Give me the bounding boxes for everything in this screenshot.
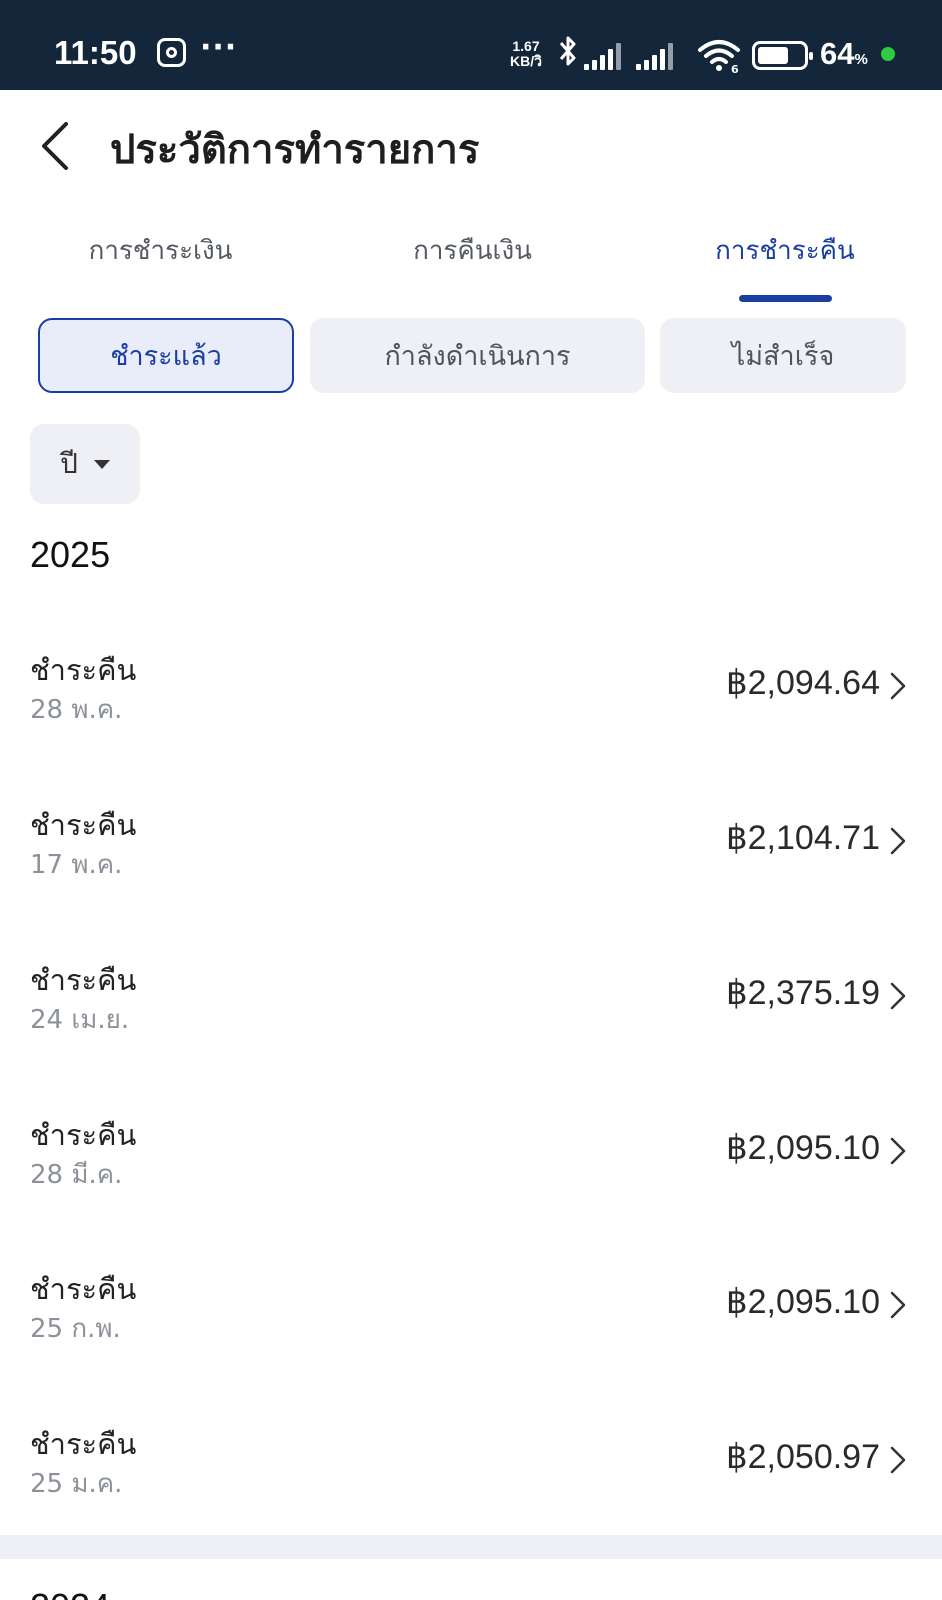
status-time: 11:50 (54, 34, 137, 71)
transaction-row[interactable]: ชำระคืน 25 ก.พ. ฿2,095.10 (0, 1266, 942, 1396)
transaction-type: ชำระคืน (30, 808, 137, 842)
tab-refunds[interactable]: การคืนเงิน (400, 230, 545, 271)
privacy-indicator-dot (881, 47, 895, 61)
transaction-row[interactable]: ชำระคืน 25 ม.ค. ฿2,050.97 (0, 1421, 942, 1551)
transaction-amount: ฿2,095.10 (726, 1129, 880, 1167)
transaction-row[interactable]: ชำระคืน 28 มี.ค. ฿2,095.10 (0, 1112, 942, 1242)
chevron-right-icon (890, 1446, 906, 1474)
transaction-amount: ฿2,050.97 (726, 1438, 880, 1476)
signal-icon (584, 40, 628, 70)
tab-bar: การชำระเงิน การคืนเงิน การชำระคืน (0, 218, 942, 308)
year-heading: 2025 (30, 534, 111, 575)
transaction-amount: ฿2,094.64 (726, 664, 880, 702)
transaction-date: 24 เม.ย. (30, 1005, 130, 1035)
transaction-amount: ฿2,104.71 (726, 819, 880, 857)
network-speed-unit: KB/วิ (510, 53, 542, 69)
battery-percent-value: 64 (820, 36, 855, 71)
battery-icon (752, 41, 813, 70)
filter-failed[interactable]: ไม่สำเร็จ (660, 318, 906, 393)
active-tab-indicator (739, 295, 832, 302)
chevron-right-icon (890, 1291, 906, 1319)
transaction-row[interactable]: ชำระคืน 24 เม.ย. ฿2,375.19 (0, 957, 942, 1087)
transaction-date: 25 ก.พ. (30, 1314, 121, 1344)
chevron-right-icon (890, 1137, 906, 1165)
transaction-row[interactable]: ชำระคืน 17 พ.ค. ฿2,104.71 (0, 802, 942, 932)
instagram-icon (157, 38, 186, 67)
transaction-amount: ฿2,375.19 (726, 974, 880, 1012)
year-dropdown-label: ปี (60, 447, 78, 480)
status-bar: 11:50 ··· 1.67 KB/วิ 6 64% (0, 0, 942, 90)
wifi-icon: 6 (697, 38, 741, 76)
year-heading: 2024 (30, 1586, 110, 1600)
chevron-right-icon (890, 827, 906, 855)
battery-percent-unit: % (854, 51, 868, 68)
wifi-generation: 6 (731, 63, 739, 74)
bluetooth-icon (558, 34, 578, 76)
transaction-type: ชำระคืน (30, 653, 137, 687)
network-speed: 1.67 KB/วิ (510, 39, 542, 69)
page-title: ประวัติการทำรายการ (110, 127, 480, 173)
transaction-type: ชำระคืน (30, 1118, 137, 1152)
transaction-type: ชำระคืน (30, 963, 137, 997)
back-button[interactable] (36, 118, 76, 174)
tab-repayments[interactable]: การชำระคืน (710, 230, 860, 271)
chevron-left-icon (42, 122, 68, 170)
filter-in-progress[interactable]: กำลังดำเนินการ (310, 318, 645, 393)
caret-down-icon (93, 459, 110, 469)
tab-payments[interactable]: การชำระเงิน (88, 230, 233, 271)
filter-paid[interactable]: ชำระแล้ว (38, 318, 294, 393)
transaction-type: ชำระคืน (30, 1427, 137, 1461)
transaction-row[interactable]: ชำระคืน 28 พ.ค. ฿2,094.64 (0, 647, 942, 777)
chevron-right-icon (890, 672, 906, 700)
more-notifications-icon: ··· (200, 30, 238, 65)
battery-percent: 64% (820, 36, 868, 72)
transaction-date: 25 ม.ค. (30, 1469, 123, 1499)
transaction-type: ชำระคืน (30, 1272, 137, 1306)
year-dropdown[interactable]: ปี (30, 424, 140, 504)
network-speed-value: 1.67 (512, 38, 540, 54)
transaction-date: 17 พ.ค. (30, 850, 123, 880)
transaction-amount: ฿2,095.10 (726, 1283, 880, 1321)
transaction-date: 28 มี.ค. (30, 1160, 123, 1190)
chevron-right-icon (890, 982, 906, 1010)
transaction-date: 28 พ.ค. (30, 695, 123, 725)
signal-icon (636, 40, 680, 70)
section-divider (0, 1535, 942, 1559)
